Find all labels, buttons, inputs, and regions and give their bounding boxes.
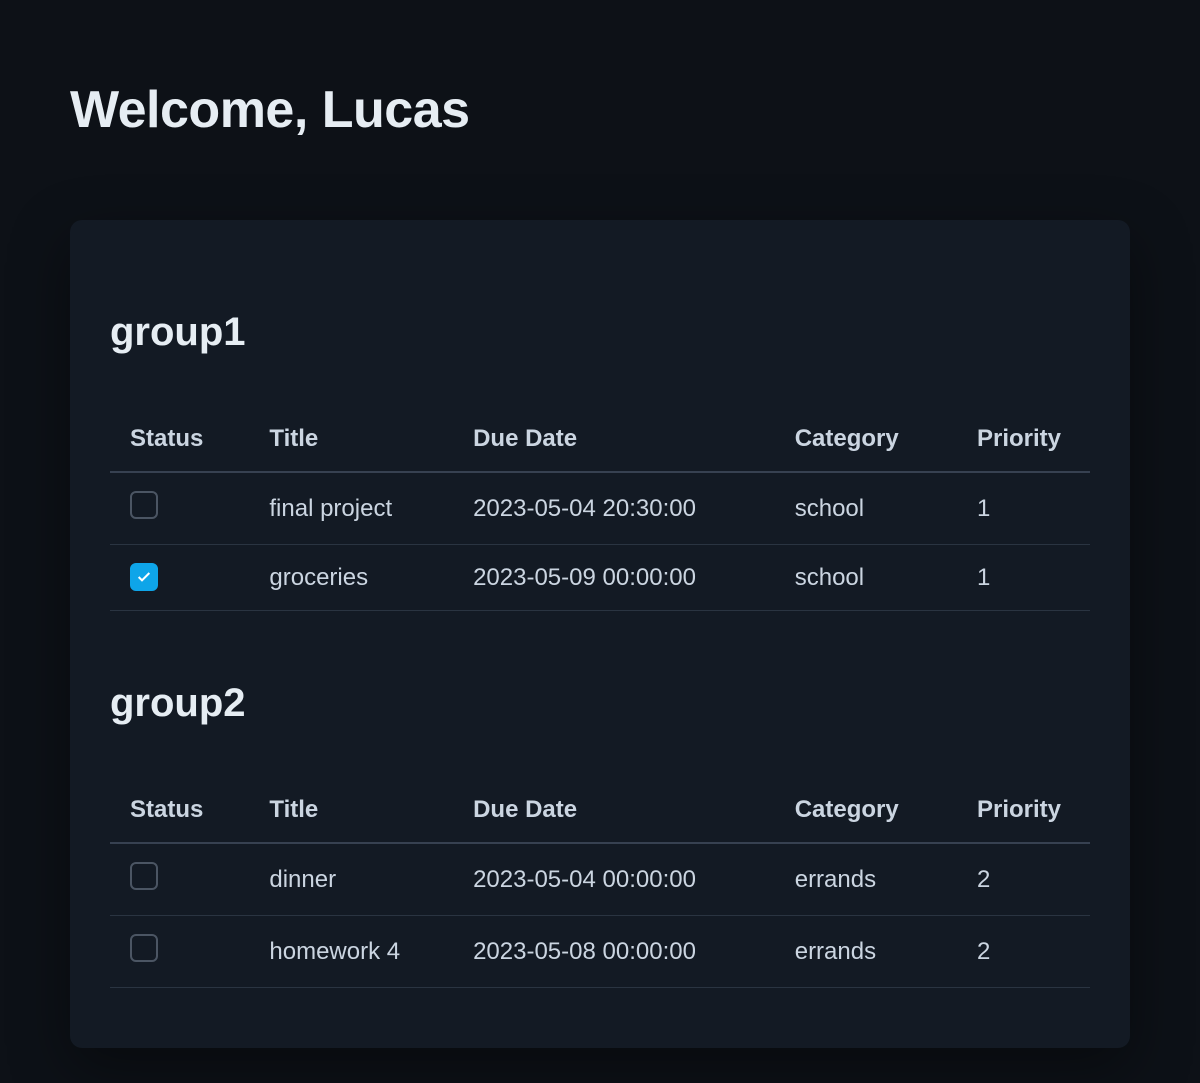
group-title: group2 bbox=[110, 681, 1090, 726]
group-title: group1 bbox=[110, 310, 1090, 355]
cell-category: errands bbox=[775, 916, 957, 988]
cell-priority: 2 bbox=[957, 916, 1090, 988]
table-row: dinner 2023-05-04 00:00:00 errands 2 bbox=[110, 843, 1090, 916]
column-header-priority: Priority bbox=[957, 425, 1090, 472]
cell-due-date: 2023-05-09 00:00:00 bbox=[453, 545, 775, 611]
column-header-category: Category bbox=[775, 796, 957, 843]
task-table: Status Title Due Date Category Priority … bbox=[110, 796, 1090, 988]
cell-title: groceries bbox=[249, 545, 453, 611]
page-title: Welcome, Lucas bbox=[0, 0, 1200, 140]
cell-status bbox=[110, 472, 249, 545]
table-header-row: Status Title Due Date Category Priority bbox=[110, 425, 1090, 472]
column-header-due-date: Due Date bbox=[453, 796, 775, 843]
column-header-priority: Priority bbox=[957, 796, 1090, 843]
status-checkbox[interactable] bbox=[130, 934, 158, 962]
table-row: groceries 2023-05-09 00:00:00 school 1 bbox=[110, 545, 1090, 611]
column-header-status: Status bbox=[110, 796, 249, 843]
cell-priority: 2 bbox=[957, 843, 1090, 916]
status-checkbox[interactable] bbox=[130, 862, 158, 890]
cell-due-date: 2023-05-04 20:30:00 bbox=[453, 472, 775, 545]
check-icon bbox=[136, 569, 152, 585]
column-header-status: Status bbox=[110, 425, 249, 472]
table-header-row: Status Title Due Date Category Priority bbox=[110, 796, 1090, 843]
task-table: Status Title Due Date Category Priority … bbox=[110, 425, 1090, 611]
cell-status bbox=[110, 545, 249, 611]
column-header-due-date: Due Date bbox=[453, 425, 775, 472]
table-row: final project 2023-05-04 20:30:00 school… bbox=[110, 472, 1090, 545]
cell-title: homework 4 bbox=[249, 916, 453, 988]
group-block: group1 Status Title Due Date Category Pr… bbox=[110, 310, 1090, 611]
cell-title: final project bbox=[249, 472, 453, 545]
groups-card: group1 Status Title Due Date Category Pr… bbox=[70, 220, 1130, 1048]
cell-due-date: 2023-05-04 00:00:00 bbox=[453, 843, 775, 916]
column-header-category: Category bbox=[775, 425, 957, 472]
cell-category: school bbox=[775, 472, 957, 545]
status-checkbox[interactable] bbox=[130, 563, 158, 591]
cell-status bbox=[110, 843, 249, 916]
cell-priority: 1 bbox=[957, 472, 1090, 545]
group-block: group2 Status Title Due Date Category Pr… bbox=[110, 681, 1090, 988]
column-header-title: Title bbox=[249, 425, 453, 472]
cell-priority: 1 bbox=[957, 545, 1090, 611]
cell-title: dinner bbox=[249, 843, 453, 916]
status-checkbox[interactable] bbox=[130, 491, 158, 519]
column-header-title: Title bbox=[249, 796, 453, 843]
table-row: homework 4 2023-05-08 00:00:00 errands 2 bbox=[110, 916, 1090, 988]
cell-category: errands bbox=[775, 843, 957, 916]
cell-due-date: 2023-05-08 00:00:00 bbox=[453, 916, 775, 988]
cell-category: school bbox=[775, 545, 957, 611]
cell-status bbox=[110, 916, 249, 988]
